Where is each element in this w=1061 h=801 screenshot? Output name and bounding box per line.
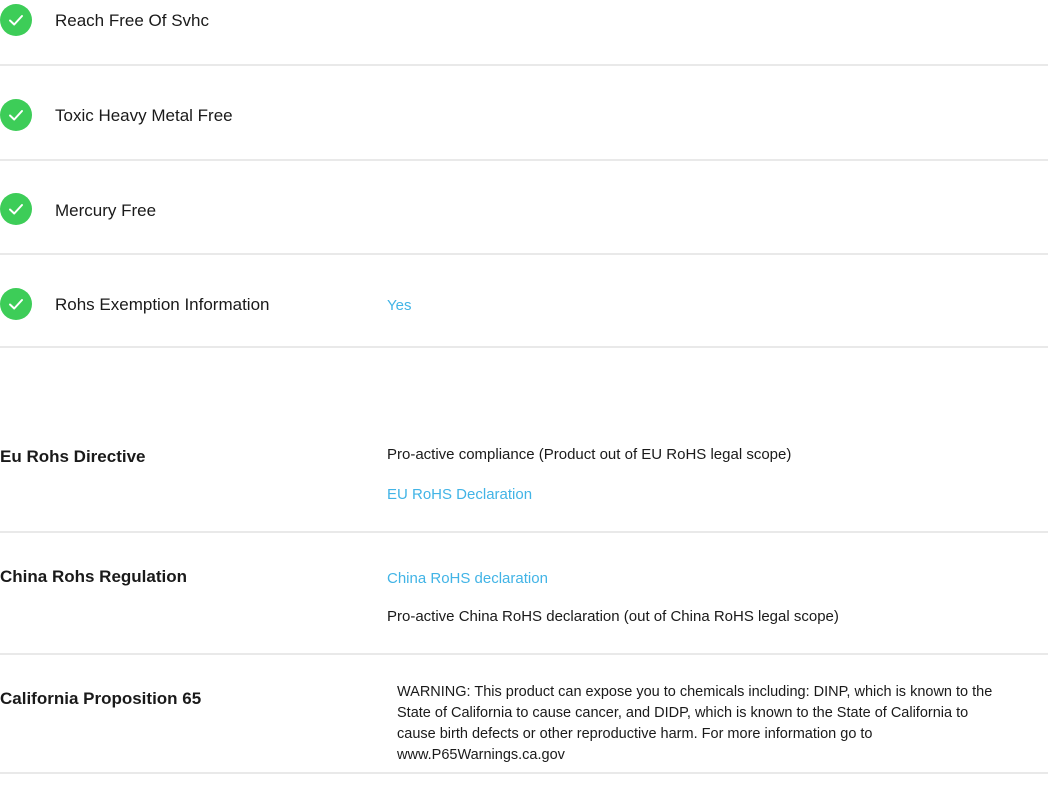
attribute-label-reach-free-of-svhc: Reach Free Of Svhc xyxy=(55,11,210,30)
california-proposition-65-heading: California Proposition 65 xyxy=(0,689,202,708)
divider xyxy=(0,346,1048,348)
china-rohs-declaration-link[interactable]: China RoHS declaration xyxy=(387,570,548,587)
check-circle-icon xyxy=(0,99,32,131)
china-rohs-regulation-heading: China Rohs Regulation xyxy=(0,567,187,586)
divider xyxy=(0,253,1048,255)
check-circle-icon xyxy=(0,288,32,320)
divider xyxy=(0,772,1048,774)
divider xyxy=(0,531,1048,533)
divider xyxy=(0,159,1048,161)
eu-rohs-compliance-text: Pro-active compliance (Product out of EU… xyxy=(387,446,792,463)
divider xyxy=(0,64,1048,66)
california-prop65-warning-text: WARNING: This product can expose you to … xyxy=(397,684,993,763)
china-rohs-compliance-text: Pro-active China RoHS declaration (out o… xyxy=(387,608,839,625)
divider xyxy=(0,653,1048,655)
eu-rohs-declaration-link[interactable]: EU RoHS Declaration xyxy=(387,486,532,503)
attribute-label-toxic-heavy-metal-free: Toxic Heavy Metal Free xyxy=(55,106,233,125)
check-circle-icon xyxy=(0,193,32,225)
environmental-compliance-section: Reach Free Of Svhc Toxic Heavy Metal Fre… xyxy=(0,0,1061,801)
attribute-label-rohs-exemption-information: Rohs Exemption Information xyxy=(55,295,270,314)
eu-rohs-directive-heading: Eu Rohs Directive xyxy=(0,447,146,466)
attribute-label-mercury-free: Mercury Free xyxy=(55,201,157,220)
check-circle-icon xyxy=(0,4,32,36)
rohs-exemption-value-link[interactable]: Yes xyxy=(387,297,411,314)
